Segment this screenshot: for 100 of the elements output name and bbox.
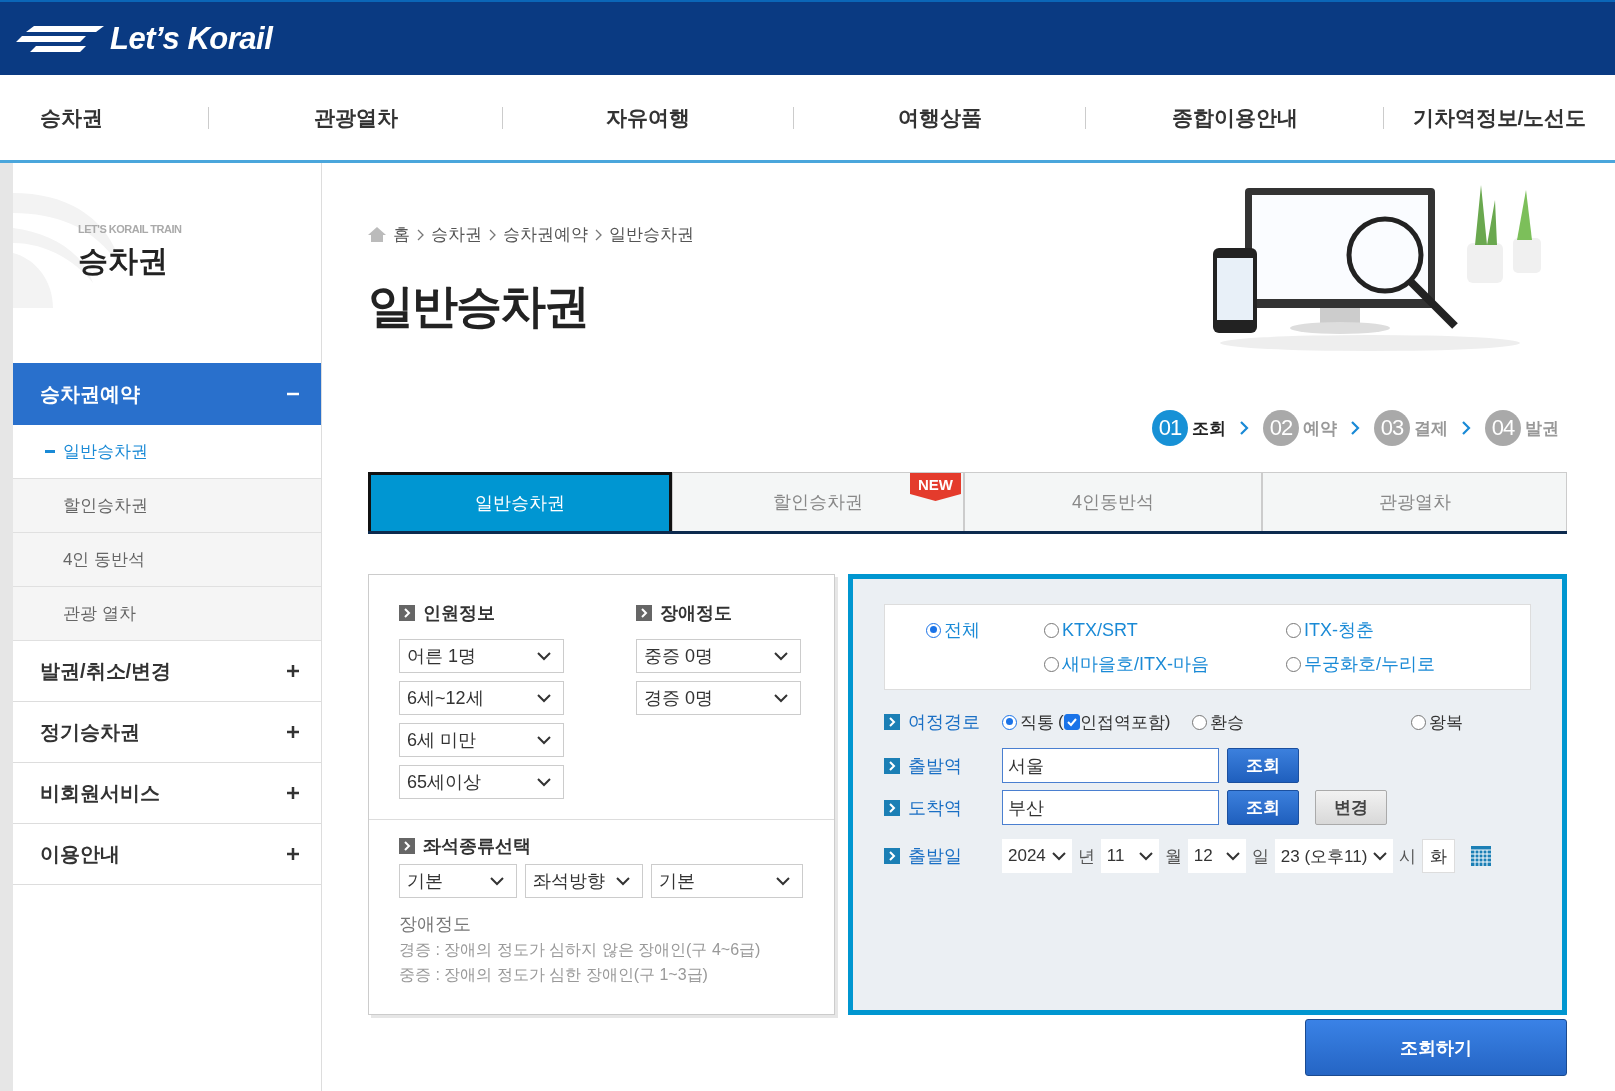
plus-icon (287, 787, 299, 799)
breadcrumb-item[interactable]: 승차권 (431, 223, 482, 246)
passenger-dropdown[interactable]: 6세 미만 (399, 723, 564, 757)
logo-text[interactable]: Let’s Korail (110, 20, 273, 57)
nav-item[interactable]: 관광열차 (313, 103, 398, 132)
section-heading: 좌석종류선택 (423, 835, 531, 858)
section-heading: 장애정도 (660, 602, 732, 625)
radio-label[interactable]: 직통 (1020, 710, 1054, 734)
submenu-item[interactable]: 관광 열차 (13, 587, 321, 641)
chevron-icon (1240, 421, 1249, 435)
chevron-icon (1051, 851, 1066, 861)
note-title: 장애정도 (399, 913, 472, 936)
disability-dropdown[interactable]: 중증 0명 (636, 639, 801, 673)
radio-button[interactable] (1411, 714, 1426, 730)
unit-label: 일 (1251, 845, 1269, 868)
menu-item[interactable]: 발권/취소/변경 (13, 641, 321, 702)
tab[interactable]: 할인승차권 NEW (672, 472, 964, 531)
chevron-icon (537, 693, 551, 703)
nav-item[interactable]: 여행상품 (897, 103, 982, 132)
passenger-dropdown[interactable]: 65세이상 (399, 765, 564, 799)
page-title: 일반승차권 (368, 279, 589, 334)
radio-label[interactable]: 왕복 (1429, 710, 1463, 734)
plus-icon (287, 665, 299, 677)
radio-button[interactable] (1192, 714, 1208, 730)
menu-label: 발권/취소/변경 (40, 658, 172, 684)
search-button[interactable]: 조회하기 (1305, 1019, 1567, 1076)
chevron-icon (595, 228, 602, 241)
day-dropdown[interactable]: 12 (1187, 839, 1246, 873)
chevron-icon (1373, 851, 1388, 861)
unit-label: 월 (1164, 845, 1182, 868)
chevron-icon (616, 876, 630, 886)
radio-label[interactable]: 전체 (944, 618, 980, 642)
radio-label[interactable]: 환승 (1210, 710, 1245, 734)
chevron-icon (417, 228, 424, 241)
radio-button[interactable] (1044, 656, 1059, 672)
chevron-icon (776, 876, 790, 886)
radio-button[interactable] (1286, 622, 1301, 638)
radio-label[interactable]: KTX/SRT (1062, 619, 1138, 641)
chevron-icon (1351, 421, 1360, 435)
breadcrumb-item[interactable]: 승차권예약 (503, 223, 588, 246)
checkbox-label[interactable]: 인접역포함 (1079, 710, 1165, 734)
radio-button[interactable] (1002, 714, 1017, 730)
step-number: 03 (1374, 410, 1410, 446)
step-label: 발권 (1525, 417, 1559, 440)
radio-label[interactable]: 무궁화호/누리로 (1304, 652, 1435, 676)
submenu-item[interactable]: 4인 동반석 (13, 533, 321, 587)
disability-dropdown[interactable]: 경증 0명 (636, 681, 801, 715)
passenger-dropdown[interactable]: 6세~12세 (399, 681, 564, 715)
note-text: 중증 : 장애의 정도가 심한 장애인(구 1~3급) (399, 965, 709, 985)
parenthesis: ( (1058, 712, 1064, 732)
new-badge: NEW (910, 473, 961, 501)
radio-button[interactable] (926, 622, 941, 638)
nav-item[interactable]: 승차권 (0, 103, 103, 132)
unit-label: 시 (1399, 845, 1417, 868)
nav-item[interactable]: 기차역정보/노선도 (1412, 103, 1587, 132)
seat-dropdown[interactable]: 좌석방향 (525, 864, 643, 898)
section-heading: 인원정보 (423, 602, 495, 625)
field-label: 출발일 (908, 845, 962, 868)
menu-item[interactable]: 정기승차권 (13, 702, 321, 763)
menu-label: 정기승차권 (40, 719, 140, 745)
parenthesis: ) (1164, 712, 1171, 732)
seat-dropdown[interactable]: 기본 (651, 864, 803, 898)
calendar-icon[interactable] (1471, 846, 1492, 866)
lookup-button[interactable]: 조회 (1227, 748, 1299, 783)
chevron-icon (1462, 421, 1471, 435)
chevron-icon (537, 651, 551, 661)
chevron-icon (490, 876, 504, 886)
month-dropdown[interactable]: 11 (1100, 839, 1159, 873)
submenu-item[interactable]: 할인승차권 (13, 479, 321, 533)
passenger-dropdown[interactable]: 어른 1명 (399, 639, 564, 673)
seat-dropdown[interactable]: 기본 (399, 864, 517, 898)
plus-icon (287, 726, 299, 738)
menu-label: 이용안내 (40, 841, 120, 867)
station-field[interactable]: 부산 (1002, 790, 1219, 825)
step-number: 01 (1152, 410, 1188, 446)
sidebar-title: 승차권 (78, 243, 169, 279)
radio-label[interactable]: 새마을호/ITX-마음 (1062, 652, 1209, 676)
lookup-button[interactable]: 조회 (1227, 790, 1299, 825)
note-text: 경증 : 장애의 정도가 심하지 않은 장애인(구 4~6급) (399, 940, 762, 960)
nav-item[interactable]: 종합이용안내 (1171, 103, 1298, 132)
radio-button[interactable] (1286, 656, 1301, 672)
nav-item[interactable]: 자유여행 (606, 103, 690, 132)
checkbox[interactable] (1063, 714, 1080, 730)
swap-button[interactable]: 변경 (1315, 790, 1387, 825)
hour-dropdown[interactable]: 23 (오후11) (1274, 839, 1394, 873)
step-label: 결제 (1414, 417, 1448, 440)
breadcrumb-item[interactable]: 홈 (393, 223, 410, 246)
chevron-icon (774, 651, 788, 661)
step-label: 조회 (1192, 417, 1226, 440)
field-label: 도착역 (908, 796, 962, 820)
breadcrumb-item[interactable]: 일반승차권 (609, 223, 694, 246)
menu-item[interactable]: 이용안내 (13, 824, 321, 885)
chevron-icon (537, 777, 551, 787)
radio-button[interactable] (1044, 622, 1059, 638)
sidebar-subtitle: LET'S KORAIL TRAIN (78, 223, 183, 235)
radio-label[interactable]: ITX-청춘 (1304, 618, 1374, 642)
menu-item[interactable]: 비회원서비스 (13, 763, 321, 824)
menu-item[interactable]: 승차권예약 (13, 363, 321, 425)
year-dropdown[interactable]: 2024 (1002, 839, 1072, 873)
station-field[interactable]: 서울 (1002, 748, 1219, 783)
